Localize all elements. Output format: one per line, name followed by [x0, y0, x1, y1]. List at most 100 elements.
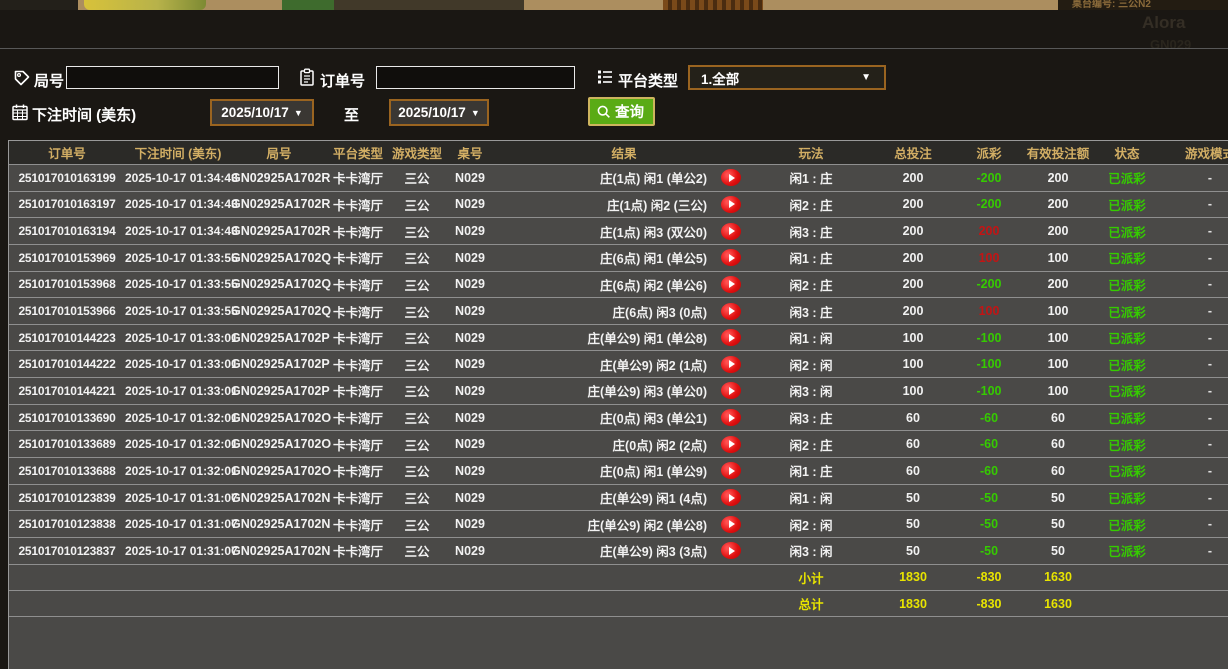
card-shoe — [663, 0, 763, 10]
play-icon — [729, 174, 735, 182]
table-row: 251017010133688 2025-10-17 01:32:01 GN02… — [9, 457, 1228, 484]
column-header-round: 局号 — [231, 143, 327, 162]
cell-payout: -100 — [957, 357, 1021, 371]
result-text: 庄(0点) 闲1 (单公9) — [600, 461, 707, 480]
cell-payout: -60 — [957, 411, 1021, 425]
cell-game-type: 三公 — [389, 355, 445, 374]
play-replay-button[interactable] — [721, 409, 741, 426]
bet-time-label: 下注时间 (美东) — [32, 104, 136, 125]
play-icon — [729, 334, 735, 342]
cell-order-id: 251017010133690 — [9, 411, 125, 425]
cell-result: 庄(0点) 闲1 (单公9) — [495, 461, 753, 480]
divider-line — [0, 48, 1228, 49]
cell-game-mode: - — [1159, 491, 1228, 505]
cell-payout: -200 — [957, 171, 1021, 185]
table-footer: 小计 1830 -830 1630 总计 1830 -830 1630 — [9, 564, 1228, 617]
play-replay-button[interactable] — [721, 249, 741, 266]
play-replay-button[interactable] — [721, 356, 741, 373]
date-to-picker[interactable]: 2025/10/17 ▼ — [389, 99, 489, 126]
cell-platform: 卡卡湾厅 — [327, 381, 389, 400]
cell-payout: 100 — [957, 251, 1021, 265]
cell-total-bet: 100 — [869, 384, 957, 398]
cell-payout: -60 — [957, 464, 1021, 478]
cell-result: 庄(6点) 闲1 (单公5) — [495, 248, 753, 267]
cell-table-number: N029 — [445, 251, 495, 265]
sliver-shadow — [0, 0, 78, 10]
column-header-status: 状态 — [1095, 143, 1159, 162]
column-header-game-type: 游戏类型 — [389, 143, 445, 162]
cell-order-id: 251017010163194 — [9, 224, 125, 238]
play-replay-button[interactable] — [721, 223, 741, 240]
cell-table-number: N029 — [445, 517, 495, 531]
play-replay-button[interactable] — [721, 329, 741, 346]
search-button[interactable]: 查询 — [588, 97, 655, 126]
cell-game-type: 三公 — [389, 515, 445, 534]
play-replay-button[interactable] — [721, 276, 741, 293]
cell-round-id: GN02925A1702O — [231, 464, 327, 478]
play-replay-button[interactable] — [721, 462, 741, 479]
cell-game-type: 三公 — [389, 488, 445, 507]
cell-table-number: N029 — [445, 411, 495, 425]
subtotal-bet: 1830 — [869, 570, 957, 584]
column-header-valid-bet: 有效投注额 — [1021, 143, 1095, 162]
column-header-game-mode: 游戏模式 — [1159, 143, 1228, 162]
cell-valid-bet: 100 — [1021, 251, 1095, 265]
cell-status: 已派彩 — [1095, 168, 1159, 187]
cell-result: 庄(6点) 闲3 (0点) — [495, 302, 753, 321]
date-from-picker[interactable]: 2025/10/17 ▼ — [210, 99, 314, 126]
play-icon — [729, 307, 735, 315]
cell-order-id: 251017010133688 — [9, 464, 125, 478]
play-replay-button[interactable] — [721, 169, 741, 186]
cell-bet-time: 2025-10-17 01:33:01 — [125, 384, 231, 398]
play-replay-button[interactable] — [721, 196, 741, 213]
cell-bet-time: 2025-10-17 01:33:01 — [125, 331, 231, 345]
cell-order-id: 251017010163197 — [9, 197, 125, 211]
table-header-row: 订单号 下注时间 (美东) 局号 平台类型 游戏类型 桌号 结果 玩法 总投注 … — [9, 141, 1228, 164]
cell-bet-time: 2025-10-17 01:32:01 — [125, 411, 231, 425]
cell-game-mode: - — [1159, 277, 1228, 291]
play-replay-button[interactable] — [721, 303, 741, 320]
cell-result: 庄(单公9) 闲1 (4点) — [495, 488, 753, 507]
table-row: 251017010163197 2025-10-17 01:34:43 GN02… — [9, 191, 1228, 218]
sliver-shadow-mid — [334, 0, 524, 10]
play-replay-button[interactable] — [721, 542, 741, 559]
table-row: 251017010144222 2025-10-17 01:33:01 GN02… — [9, 350, 1228, 377]
cell-bet-time: 2025-10-17 01:33:55 — [125, 304, 231, 318]
cell-payout: 100 — [957, 304, 1021, 318]
cell-valid-bet: 60 — [1021, 411, 1095, 425]
play-replay-button[interactable] — [721, 436, 741, 453]
sliver-table-object — [84, 0, 206, 10]
play-icon — [729, 467, 735, 475]
cell-platform: 卡卡湾厅 — [327, 515, 389, 534]
cell-round-id: GN02925A1702N — [231, 491, 327, 505]
cell-valid-bet: 100 — [1021, 357, 1095, 371]
cell-table-number: N029 — [445, 197, 495, 211]
search-icon — [596, 104, 612, 120]
platform-type-select[interactable]: 1.全部 ▼ — [688, 65, 886, 90]
play-icon — [729, 280, 735, 288]
cell-result: 庄(6点) 闲2 (单公6) — [495, 275, 753, 294]
table-row: 251017010123837 2025-10-17 01:31:07 GN02… — [9, 537, 1228, 564]
play-replay-button[interactable] — [721, 516, 741, 533]
cell-order-id: 251017010163199 — [9, 171, 125, 185]
cell-status: 已派彩 — [1095, 222, 1159, 241]
cell-total-bet: 50 — [869, 517, 957, 531]
result-text: 庄(0点) 闲2 (2点) — [613, 435, 707, 454]
cell-payout: -50 — [957, 491, 1021, 505]
cell-status: 已派彩 — [1095, 408, 1159, 427]
order-number-input[interactable] — [376, 66, 575, 89]
table-row: 251017010163199 2025-10-17 01:34:43 GN02… — [9, 164, 1228, 191]
cell-order-id: 251017010123839 — [9, 491, 125, 505]
play-replay-button[interactable] — [721, 382, 741, 399]
cell-status: 已派彩 — [1095, 488, 1159, 507]
cell-platform: 卡卡湾厅 — [327, 275, 389, 294]
search-button-label: 查询 — [615, 101, 644, 122]
cell-total-bet: 100 — [869, 357, 957, 371]
play-replay-button[interactable] — [721, 489, 741, 506]
result-text: 庄(单公9) 闲1 (单公8) — [588, 328, 707, 347]
cell-order-id: 251017010144222 — [9, 357, 125, 371]
to-label: 至 — [344, 104, 359, 125]
cell-playtype: 闲2 : 庄 — [753, 275, 869, 294]
round-number-input[interactable] — [66, 66, 279, 89]
table-row: 251017010133690 2025-10-17 01:32:01 GN02… — [9, 404, 1228, 431]
